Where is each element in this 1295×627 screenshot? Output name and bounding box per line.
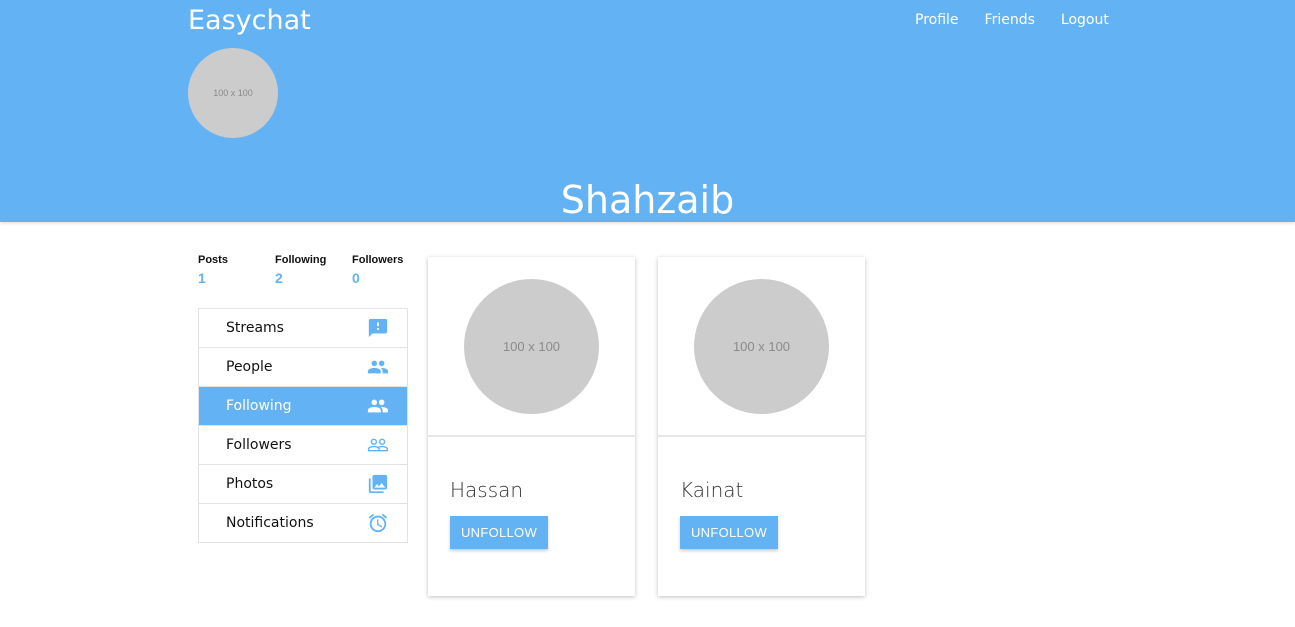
stat-label: Following [275, 254, 327, 266]
friend-avatar: 100 x 100 [694, 278, 829, 414]
stat-value: 2 [275, 270, 283, 286]
people-icon [367, 360, 389, 374]
menu-item-label: Followers [226, 437, 292, 453]
friend-card: 100 x 100 Hassan UNFOLLOW [428, 257, 635, 596]
feedback-icon [368, 318, 388, 338]
menu-item-followers[interactable]: Followers [199, 426, 407, 465]
stat-value: 1 [198, 270, 206, 286]
people-icon [367, 399, 389, 413]
profile-username: Shahzaib [560, 178, 735, 222]
people-outline-icon [367, 438, 389, 452]
menu-item-following[interactable]: Following [199, 387, 407, 426]
photo-library-icon [368, 474, 388, 494]
menu-item-label: Streams [226, 320, 284, 336]
friend-avatar: 100 x 100 [464, 278, 599, 414]
menu-item-label: People [226, 359, 273, 375]
friend-name: Kainat [680, 478, 744, 502]
menu-item-label: Notifications [226, 515, 314, 531]
card-image-area: 100 x 100 [658, 257, 865, 437]
menu-item-notifications[interactable]: Notifications [199, 504, 407, 543]
nav-logout-link[interactable]: Logout [1061, 12, 1109, 28]
menu-item-label: Photos [226, 476, 274, 492]
friend-name: Hassan [450, 478, 524, 502]
stat-label: Followers [352, 254, 404, 266]
friend-card: 100 x 100 Kainat UNFOLLOW [658, 257, 865, 596]
nav-friends-link[interactable]: Friends [985, 12, 1035, 28]
profile-stats: Posts 1 Following 2 Followers 0 [198, 254, 429, 286]
card-image-area: 100 x 100 [428, 257, 635, 437]
unfollow-button[interactable]: UNFOLLOW [450, 516, 548, 549]
brand-logo[interactable]: Easychat [188, 5, 311, 36]
stat-posts[interactable]: Posts 1 [198, 254, 275, 286]
alarm-icon [368, 513, 388, 533]
menu-item-photos[interactable]: Photos [199, 465, 407, 504]
stat-following[interactable]: Following 2 [275, 254, 352, 286]
stat-value: 0 [352, 270, 360, 286]
profile-avatar: 100 x 100 [188, 48, 278, 138]
menu-item-streams[interactable]: Streams [199, 309, 407, 348]
menu-item-label: Following [226, 398, 292, 414]
stat-followers[interactable]: Followers 0 [352, 254, 429, 286]
nav-profile-link[interactable]: Profile [915, 12, 959, 28]
profile-header: Easychat Profile Friends Logout 100 x 10… [0, 0, 1295, 222]
menu-item-people[interactable]: People [199, 348, 407, 387]
stat-label: Posts [198, 254, 228, 266]
top-nav: Profile Friends Logout [915, 12, 1135, 28]
unfollow-button[interactable]: UNFOLLOW [680, 516, 778, 549]
side-menu: Streams People Following Followers Photo… [198, 308, 408, 543]
